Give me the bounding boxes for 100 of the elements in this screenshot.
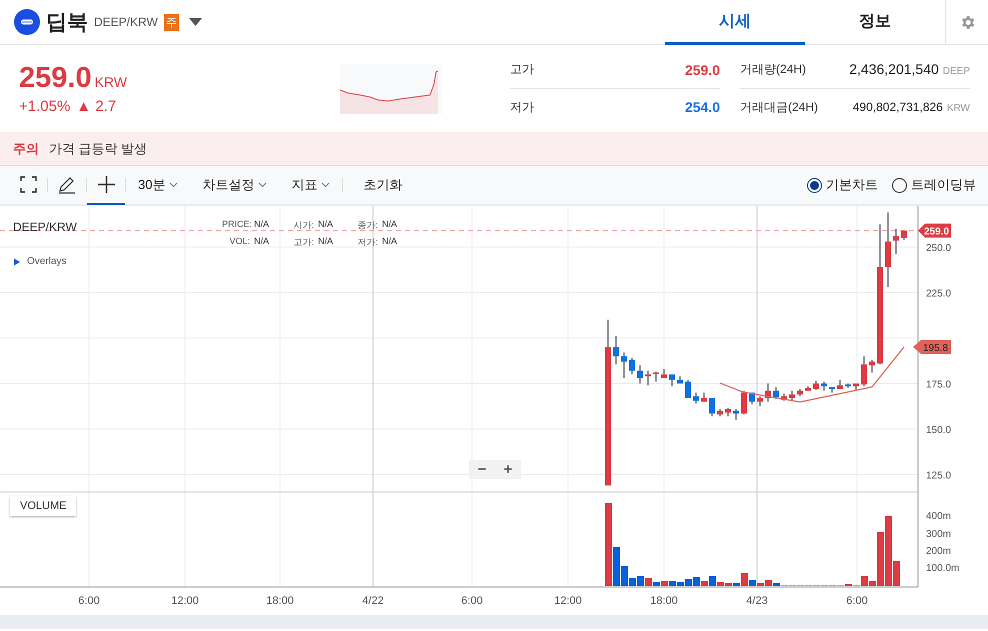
coin-logo-icon (14, 9, 40, 35)
candlestick (677, 376, 683, 384)
time-axis-label: 4/23 (746, 595, 768, 607)
legend-label: 저가: (356, 236, 379, 249)
tab[interactable]: 시세 (665, 0, 805, 44)
time-axis-label: 18:00 (650, 595, 678, 607)
chart-symbol: DEEP/KRW (13, 220, 77, 234)
zoom-in-button[interactable]: + (495, 460, 521, 479)
price-axis-label: 175.0 (926, 380, 952, 390)
price-unit: KRW (94, 74, 127, 90)
stat-label: 거래량(24H) (740, 61, 806, 78)
view-radio[interactable]: 기본차트 (807, 176, 878, 194)
dropdown-button[interactable]: 차트설정 (196, 175, 274, 195)
candlestick (621, 352, 627, 379)
candlestick (781, 393, 787, 402)
view-radio[interactable]: 트레이딩뷰 (892, 176, 976, 194)
overlays-toggle[interactable]: Overlays (14, 256, 66, 267)
candlestick (805, 386, 811, 392)
stat-value: 490,802,731,826 (852, 100, 943, 114)
candlestick (813, 380, 819, 390)
caret-icon (321, 182, 330, 188)
dropdown-caret-icon[interactable] (188, 18, 202, 26)
volume-axis-label: 400m (926, 511, 952, 522)
candlestick (709, 398, 715, 417)
stat-value: 259.0 (684, 62, 720, 78)
legend-value: N/A (318, 236, 334, 248)
candlestick (861, 356, 867, 387)
legend-value: N/A (254, 219, 270, 231)
stat-value: 2,436,201,540 (849, 60, 939, 76)
candlestick (837, 379, 843, 390)
time-axis-label: 12:00 (171, 595, 199, 607)
candlestick (653, 371, 659, 382)
legend-value: N/A (254, 236, 270, 248)
caret-icon (169, 182, 178, 188)
candlestick (829, 386, 835, 394)
coin-name: 딥북 (46, 10, 88, 36)
price-axis-label: 250.0 (926, 243, 952, 254)
caution-badge: 주 (164, 14, 179, 30)
stat-unit: DEEP (942, 66, 970, 76)
candlestick (645, 370, 651, 386)
time-axis-label: 4/22 (362, 595, 384, 607)
time-axis-label: 12:00 (554, 595, 582, 607)
candlestick (637, 364, 643, 384)
legend-value: N/A (382, 219, 398, 231)
dropdown-button[interactable]: 지표 (285, 175, 336, 195)
stat-label: 저가 (510, 98, 534, 116)
change-rate: +1.05% (19, 98, 70, 115)
candlestick (821, 381, 827, 392)
tab[interactable]: 정보 (805, 0, 945, 44)
legend-label: 시가: (292, 219, 315, 232)
time-axis-label: 6:00 (846, 595, 868, 607)
candlestick (725, 408, 731, 417)
reset-button[interactable]: 초기화 (357, 175, 408, 195)
candlestick (853, 383, 859, 390)
candlestick (613, 336, 619, 365)
volume-axis-label: 200m (926, 546, 952, 557)
pencil-icon (57, 174, 77, 194)
dropdown-button[interactable]: 30분 (132, 175, 184, 195)
volume-axis-label: 100.0m (926, 563, 960, 574)
time-axis-label: 6:00 (78, 595, 100, 607)
caret-icon (258, 182, 268, 188)
candlestick (845, 383, 851, 389)
stat-label: 거래대금(24H) (740, 98, 818, 116)
notice-label: 주의 (13, 140, 39, 158)
candlestick (629, 358, 635, 375)
price-axis-label: 225.0 (926, 288, 952, 300)
market-pair: DEEP/KRW (94, 15, 158, 29)
current-price: 259.0 (19, 62, 92, 95)
candlestick (797, 388, 803, 397)
candlestick (741, 390, 747, 415)
price-axis-label: 150.0 (926, 425, 952, 436)
moving-average-tag: 195.8 (913, 340, 951, 354)
stat-label: 고가 (510, 61, 534, 78)
candlestick (757, 396, 763, 407)
candlestick (765, 383, 771, 402)
legend-label: VOL: (228, 236, 251, 248)
legend-value: N/A (318, 219, 334, 231)
legend-label: PRICE: (222, 219, 254, 231)
time-axis-label: 6:00 (461, 595, 483, 607)
stat-unit: KRW (946, 103, 970, 114)
candlestick (701, 392, 707, 402)
notice-text: 가격 급등락 발생 (49, 140, 148, 158)
zoom-out-button[interactable]: − (469, 460, 495, 479)
candlestick (733, 408, 739, 420)
price-axis-label: 125.0 (926, 470, 952, 482)
change-amount: ▲ 2.7 (76, 98, 116, 115)
candlestick (901, 230, 907, 240)
volume-button[interactable]: VOLUME (10, 496, 76, 516)
time-axis-label: 18:00 (266, 595, 294, 607)
candlestick (661, 368, 667, 379)
triangle-icon (14, 258, 21, 266)
crosshair-icon (98, 176, 114, 193)
candlestick (669, 374, 675, 387)
legend-label: 고가: (292, 236, 315, 249)
candlestick (693, 392, 699, 404)
candlestick (893, 228, 899, 255)
candlestick (685, 379, 691, 399)
last-price-tag: 259.0 (918, 224, 951, 238)
volume-axis-label: 300m (926, 529, 952, 540)
candlestick (773, 386, 779, 400)
